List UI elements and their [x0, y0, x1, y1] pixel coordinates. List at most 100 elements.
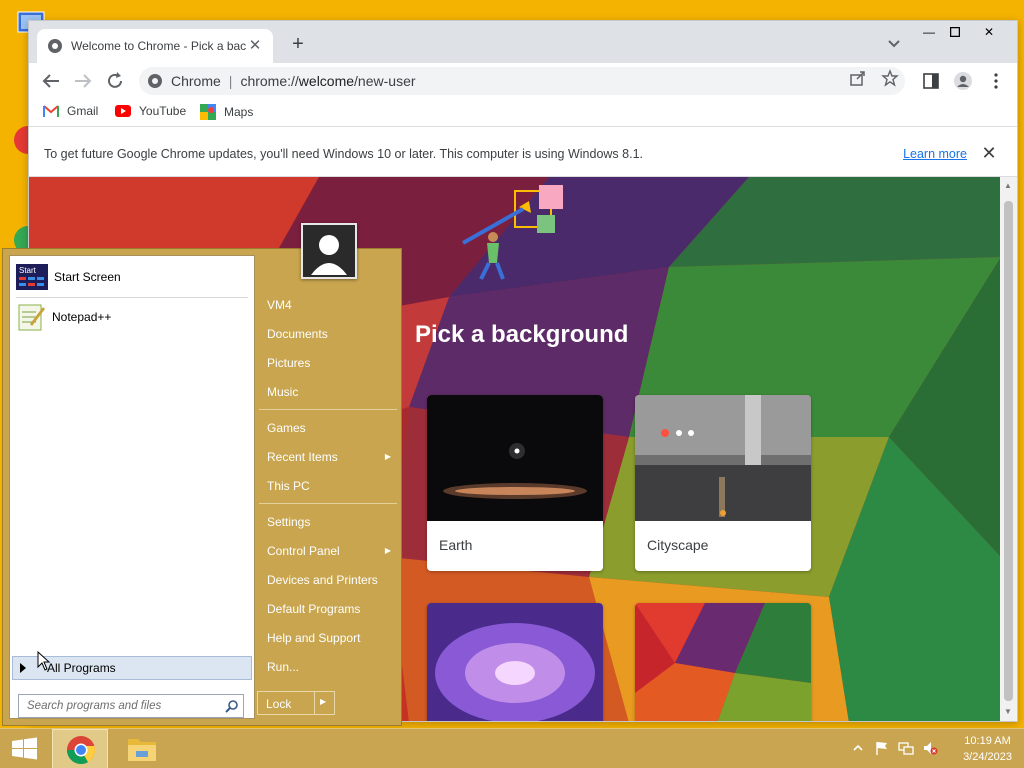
submenu-arrow-icon: ▶ — [384, 452, 391, 461]
user-avatar-icon — [303, 225, 355, 277]
pinned-label: Start Screen — [54, 270, 121, 284]
chrome-icon — [67, 736, 96, 764]
maximize-icon — [949, 26, 961, 38]
background-label: Cityscape — [647, 537, 709, 553]
scroll-down-icon[interactable]: ▼ — [1004, 707, 1012, 716]
forward-icon[interactable] — [71, 69, 95, 93]
back-icon[interactable] — [39, 69, 63, 93]
infobar-message: To get future Google Chrome updates, you… — [44, 146, 643, 161]
cityscape-thumbnail — [635, 395, 811, 521]
youtube-icon — [115, 105, 131, 117]
lock-button[interactable]: Lock ▶ — [257, 691, 335, 715]
menu-item-this-pc[interactable]: This PC — [259, 472, 397, 500]
background-card-cityscape[interactable]: Cityscape — [635, 395, 811, 571]
address-separator: | — [228, 73, 233, 89]
search-programs-input[interactable]: Search programs and files — [18, 694, 244, 718]
menu-item-help-support[interactable]: Help and Support — [259, 624, 397, 652]
reload-icon[interactable] — [103, 69, 127, 93]
all-programs-label: All Programs — [47, 661, 116, 675]
background-label: Earth — [439, 537, 473, 553]
side-panel-icon[interactable] — [922, 72, 940, 90]
page-scrollbar[interactable]: ▲ ▼ — [1000, 177, 1017, 721]
start-menu-left-pane: Start Start Screen Notepad++ All Program… — [9, 255, 255, 719]
menu-divider — [259, 503, 397, 504]
menu-item-run[interactable]: Run... — [259, 653, 397, 681]
taskbar-chrome[interactable] — [52, 729, 108, 768]
menu-item-user[interactable]: VM4 — [259, 291, 397, 319]
tab-title: Welcome to Chrome - Pick a bac — [71, 39, 247, 53]
pinned-notepad-plus-plus[interactable]: Notepad++ — [16, 302, 250, 332]
close-window-button[interactable]: ✕ — [971, 21, 1007, 43]
svg-text:Start: Start — [19, 266, 37, 275]
pinned-start-screen[interactable]: Start Start Screen — [16, 262, 250, 292]
start-screen-icon: Start — [16, 264, 48, 290]
mouse-cursor-icon — [37, 651, 51, 671]
learn-more-link[interactable]: Learn more — [903, 147, 967, 161]
profile-icon[interactable] — [953, 71, 973, 91]
menu-item-devices-printers[interactable]: Devices and Printers — [259, 566, 397, 594]
menu-item-music[interactable]: Music — [259, 378, 397, 406]
volume-muted-icon[interactable] — [922, 740, 938, 756]
maximize-button[interactable] — [939, 21, 971, 43]
taskbar-file-explorer[interactable] — [114, 729, 170, 768]
maps-icon — [200, 104, 216, 120]
background-card-earth[interactable]: Earth — [427, 395, 603, 571]
windows-logo-icon — [12, 737, 37, 760]
tab-strip: Welcome to Chrome - Pick a bac ✕ + — ✕ — [29, 21, 1017, 63]
lock-options-arrow-icon[interactable]: ▶ — [320, 697, 326, 706]
tab-close-icon[interactable]: ✕ — [247, 38, 263, 54]
background-card-galaxy[interactable] — [427, 603, 603, 721]
address-bar[interactable]: Chrome | chrome://welcome/new-user — [139, 67, 905, 95]
menu-item-control-panel[interactable]: Control Panel ▶ — [259, 537, 397, 565]
url-text: chrome://welcome/new-user — [240, 73, 416, 89]
menu-item-documents[interactable]: Documents — [259, 320, 397, 348]
bookmark-gmail[interactable]: Gmail — [43, 104, 98, 118]
clock-date: 3/24/2023 — [963, 751, 1012, 763]
menu-item-default-programs[interactable]: Default Programs — [259, 595, 397, 623]
scroll-up-icon[interactable]: ▲ — [1004, 181, 1012, 190]
expand-arrow-icon — [20, 663, 26, 673]
action-center-flag-icon[interactable] — [874, 740, 890, 756]
show-hidden-icons-icon[interactable] — [850, 740, 866, 756]
network-icon[interactable] — [898, 740, 914, 756]
scroll-thumb[interactable] — [1004, 201, 1013, 701]
page-heading: Pick a background — [415, 321, 629, 348]
menu-divider — [259, 409, 397, 410]
gmail-icon — [43, 105, 59, 117]
start-button[interactable] — [4, 733, 44, 765]
start-menu: Start Start Screen Notepad++ All Program… — [2, 223, 402, 726]
background-card-geometric[interactable] — [635, 603, 811, 721]
galaxy-thumbnail — [427, 603, 603, 721]
menu-item-recent-items[interactable]: Recent Items ▶ — [259, 443, 397, 471]
lock-separator — [314, 692, 315, 714]
lock-label: Lock — [266, 697, 292, 711]
clock-time: 10:19 AM — [964, 735, 1011, 747]
update-infobar: To get future Google Chrome updates, you… — [29, 131, 1017, 177]
site-name: Chrome — [171, 73, 221, 89]
taskbar: 10:19 AM 3/24/2023 — [0, 728, 1024, 768]
menu-item-settings[interactable]: Settings — [259, 508, 397, 536]
system-clock[interactable]: 10:19 AM 3/24/2023 — [963, 733, 1012, 765]
bookmark-maps[interactable]: Maps — [200, 104, 253, 120]
user-avatar[interactable] — [301, 223, 357, 279]
pinned-divider — [16, 297, 248, 298]
bookmark-youtube[interactable]: YouTube — [115, 104, 186, 118]
toolbar: Chrome | chrome://welcome/new-user — [29, 63, 1017, 99]
folder-icon — [128, 739, 156, 761]
infobar-close-icon[interactable]: ✕ — [979, 143, 999, 163]
menu-kebab-icon[interactable] — [987, 72, 1005, 90]
submenu-arrow-icon: ▶ — [384, 546, 391, 555]
bookmarks-bar: Gmail YouTube Maps — [29, 99, 1017, 127]
menu-item-games[interactable]: Games — [259, 414, 397, 442]
geometric-thumbnail — [635, 603, 811, 721]
notepad-plus-plus-icon — [18, 304, 45, 331]
bookmark-star-icon[interactable] — [881, 69, 899, 87]
chrome-site-icon — [148, 74, 162, 88]
share-icon[interactable] — [849, 69, 867, 87]
paintbrush-illustration — [462, 185, 563, 280]
tab-welcome[interactable]: Welcome to Chrome - Pick a bac ✕ — [37, 29, 273, 63]
tab-search-chevron-icon[interactable] — [885, 35, 903, 53]
menu-item-pictures[interactable]: Pictures — [259, 349, 397, 377]
search-icon[interactable] — [225, 699, 239, 713]
new-tab-button[interactable]: + — [287, 33, 309, 55]
